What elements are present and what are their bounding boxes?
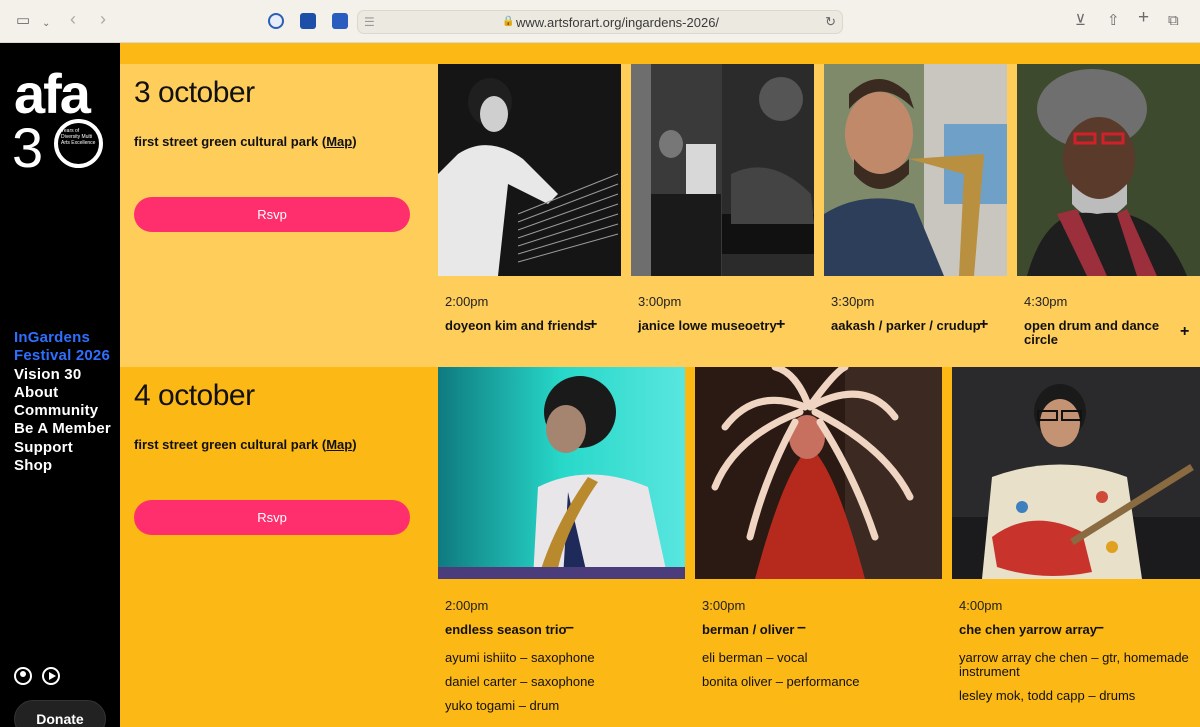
act-name[interactable]: endless season trio	[445, 623, 566, 637]
day-date: 3 october	[134, 76, 255, 109]
member-line: yarrow array che chen – gtr, homemade in…	[959, 650, 1189, 679]
act-time: 3:30pm	[831, 294, 875, 309]
nav-item-member[interactable]: Be A Member	[14, 420, 119, 438]
act-card: 3:30pm aakash / parker / crudup +	[824, 64, 1011, 364]
member-line: ayumi ishiito – saxophone	[445, 650, 595, 665]
page-menu-icon[interactable]: ☰	[364, 15, 375, 29]
act-card: 2:00pm doyeon kim and friends +	[438, 64, 625, 364]
act-time: 2:00pm	[445, 598, 489, 613]
logo-number: 3	[12, 116, 44, 179]
act-name[interactable]: janice lowe museoetry	[638, 319, 777, 333]
shield-extension-icon[interactable]	[268, 13, 284, 29]
act-card: 4:30pm open drum and dance circle +	[1017, 64, 1200, 364]
act-time: 4:30pm	[1024, 294, 1068, 309]
expand-icon[interactable]: +	[1180, 323, 1189, 341]
act-photo[interactable]	[695, 367, 942, 579]
logo-text[interactable]: afa	[14, 66, 91, 122]
share-icon[interactable]: ⇧	[1107, 12, 1120, 30]
back-icon[interactable]: ‹	[70, 10, 76, 28]
expand-icon[interactable]: +	[776, 316, 785, 334]
act-card: 3:00pm janice lowe museoetry +	[631, 64, 818, 364]
collapse-icon[interactable]: –	[1095, 619, 1104, 637]
act-card: 2:00pm endless season trio – ayumi ishii…	[438, 367, 689, 727]
sidebar: afa 3 Years of Diversity Multi Arts Exce…	[0, 43, 120, 727]
act-name[interactable]: berman / oliver	[702, 623, 794, 637]
act-card: 3:00pm berman / oliver – eli berman – vo…	[695, 367, 946, 727]
lock-icon: 🔒	[502, 16, 515, 27]
act-photo[interactable]	[438, 64, 621, 276]
rsvp-button[interactable]: Rsvp	[134, 500, 410, 535]
user-icon[interactable]	[14, 667, 32, 685]
calculator-extension-icon[interactable]	[332, 13, 348, 29]
day-venue: first street green cultural park (Map)	[134, 437, 357, 452]
main-nav: InGardens Festival 2026 Vision 30 About …	[14, 329, 119, 475]
nav-item-ingardens[interactable]: InGardens Festival 2026	[14, 329, 119, 366]
nav-item-vision[interactable]: Vision 30	[14, 366, 119, 384]
venue-name: first street green cultural park	[134, 437, 319, 452]
act-photo[interactable]	[1017, 64, 1200, 276]
rsvp-button[interactable]: Rsvp	[134, 197, 410, 232]
member-line: daniel carter – saxophone	[445, 674, 595, 689]
act-time: 4:00pm	[959, 598, 1003, 613]
download-icon[interactable]: ⊻	[1075, 12, 1086, 30]
act-photo[interactable]	[824, 64, 1007, 276]
act-card: 4:00pm che chen yarrow array – yarrow ar…	[952, 367, 1200, 727]
collapse-icon[interactable]: –	[565, 619, 574, 637]
play-icon[interactable]	[42, 667, 61, 685]
nav-item-shop[interactable]: Shop	[14, 457, 119, 475]
member-line: lesley mok, todd capp – drums	[959, 688, 1136, 703]
expand-icon[interactable]: +	[979, 316, 988, 334]
donate-button[interactable]: Donate	[14, 700, 106, 727]
act-photo[interactable]	[438, 367, 685, 579]
member-line: eli berman – vocal	[702, 650, 808, 665]
act-name[interactable]: aakash / parker / crudup	[831, 319, 981, 333]
browser-toolbar: ▭ ⌄ ‹ › ☰ 🔒 www.artsforart.org/ingardens…	[0, 0, 1200, 43]
day-section-oct-3: 3 october first street green cultural pa…	[120, 64, 1200, 367]
nav-item-community[interactable]: Community	[14, 402, 119, 420]
tabs-overview-icon[interactable]: ⧉	[1168, 12, 1179, 30]
sidebar-toggle-icon[interactable]: ▭	[16, 12, 30, 30]
act-time: 2:00pm	[445, 294, 489, 309]
map-link[interactable]: Map	[326, 134, 352, 149]
day-venue: first street green cultural park (Map)	[134, 134, 357, 149]
url-text: www.artsforart.org/ingardens-2026/	[516, 15, 720, 30]
top-strip	[120, 43, 1200, 64]
map-link[interactable]: Map	[326, 437, 352, 452]
password-extension-icon[interactable]	[300, 13, 316, 29]
day-date: 4 october	[134, 379, 255, 412]
day-section-oct-4: 4 october first street green cultural pa…	[120, 367, 1200, 727]
logo-tagline: Years of Diversity Multi Arts Excellence	[61, 128, 96, 146]
act-photo[interactable]	[952, 367, 1200, 579]
venue-name: first street green cultural park	[134, 134, 319, 149]
member-line: yuko togami – drum	[445, 698, 560, 713]
act-time: 3:00pm	[638, 294, 682, 309]
address-bar[interactable]: ☰ 🔒 www.artsforart.org/ingardens-2026/ ↻	[357, 10, 843, 34]
chevron-down-icon[interactable]: ⌄	[42, 15, 50, 33]
new-tab-icon[interactable]: +	[1138, 8, 1149, 27]
act-name[interactable]: open drum and dance circle	[1024, 319, 1174, 347]
expand-icon[interactable]: +	[588, 316, 597, 334]
forward-icon[interactable]: ›	[100, 10, 106, 28]
act-photo[interactable]	[631, 64, 814, 276]
act-name[interactable]: che chen yarrow array	[959, 623, 1097, 637]
nav-item-about[interactable]: About	[14, 384, 119, 402]
act-name[interactable]: doyeon kim and friends	[445, 319, 591, 333]
nav-item-support[interactable]: Support	[14, 439, 119, 457]
reload-icon[interactable]: ↻	[825, 14, 836, 30]
act-time: 3:00pm	[702, 598, 746, 613]
member-line: bonita oliver – performance	[702, 674, 860, 689]
collapse-icon[interactable]: –	[797, 619, 806, 637]
